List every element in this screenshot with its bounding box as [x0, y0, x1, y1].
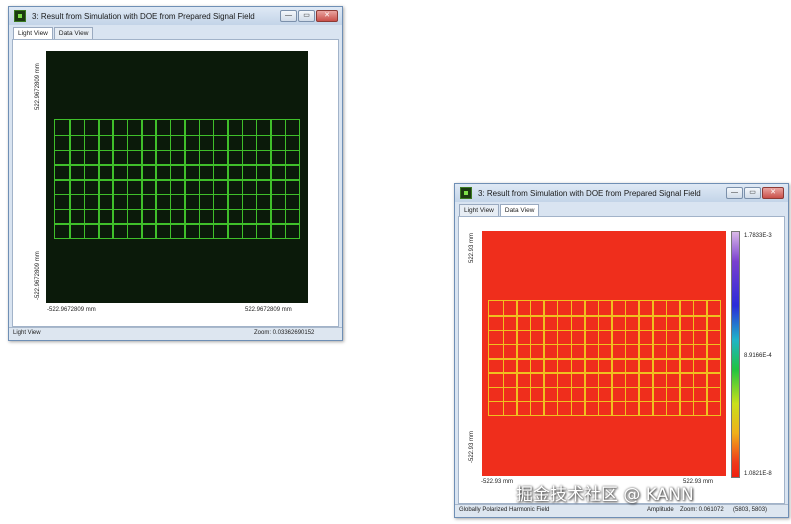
view-tabs: Light View Data View [459, 204, 540, 217]
light-view-image[interactable] [46, 51, 308, 303]
grating-line-horizontal [489, 315, 720, 317]
close-button[interactable]: ✕ [762, 187, 784, 199]
status-view-mode: Light View [13, 330, 41, 336]
minimize-button[interactable]: — [280, 10, 297, 22]
view-tabs: Light View Data View [13, 27, 94, 40]
title-bar[interactable]: 3: Result from Simulation with DOE from … [455, 184, 788, 202]
amplitude-image[interactable] [482, 231, 726, 476]
grating-line-horizontal [489, 358, 720, 360]
grating-line-horizontal [55, 193, 299, 196]
y-max-label: 522.9672809 mm [35, 63, 41, 110]
minimize-button[interactable]: — [726, 187, 743, 199]
colorbar-mid-label: 8.9166E-4 [744, 353, 772, 359]
grating-line-horizontal [489, 386, 720, 388]
tab-light-view[interactable]: Light View [459, 204, 499, 216]
grating-line-horizontal [489, 372, 720, 374]
window-data-view: 3: Result from Simulation with DOE from … [454, 183, 789, 518]
status-bar: Globally Polarized Harmonic Field Amplit… [455, 504, 788, 517]
grating-line-horizontal [55, 208, 299, 210]
x-max-label: 522.9672809 mm [245, 307, 292, 313]
restore-button[interactable]: ▭ [298, 10, 315, 22]
plot-area: 522.9672809 mm -522.9672809 mm -522.9672… [12, 39, 339, 327]
status-zoom: Zoom: 0.03362690152 [254, 330, 315, 336]
grating-line-horizontal [489, 400, 720, 403]
grating-pattern [54, 119, 300, 239]
colorbar-min-label: 1.0821E-8 [744, 471, 772, 477]
grating-line-horizontal [489, 343, 720, 346]
grating-line-horizontal [489, 329, 720, 331]
window-title: 3: Result from Simulation with DOE from … [478, 188, 701, 198]
status-grid-size: (5803, 5803) [733, 507, 768, 513]
y-min-label: -522.93 mm [469, 430, 475, 463]
grating-line-horizontal [55, 134, 299, 137]
grating-line-horizontal [55, 223, 299, 225]
grating-line-horizontal [55, 164, 299, 166]
status-field-type: Globally Polarized Harmonic Field [459, 507, 550, 513]
status-bar: Light View Zoom: 0.03362690152 [9, 327, 342, 340]
window-light-view: 3: Result from Simulation with DOE from … [8, 6, 343, 341]
plot-area: 522.93 mm -522.93 mm -522.93 mm 522.93 m… [458, 216, 785, 504]
tab-data-view[interactable]: Data View [53, 27, 94, 39]
close-button[interactable]: ✕ [316, 10, 338, 22]
status-quantity: Amplitude [647, 507, 674, 513]
restore-button[interactable]: ▭ [744, 187, 761, 199]
app-icon [14, 10, 26, 22]
x-min-label: -522.93 mm [481, 479, 514, 485]
grating-line-horizontal [55, 179, 299, 181]
y-max-label: 522.93 mm [469, 232, 475, 263]
grating-pattern [488, 300, 721, 416]
title-bar[interactable]: 3: Result from Simulation with DOE from … [9, 7, 342, 25]
window-title: 3: Result from Simulation with DOE from … [32, 11, 255, 21]
y-min-label: -522.9672809 mm [35, 251, 41, 300]
app-icon [460, 187, 472, 199]
colorbar-max-label: 1.7833E-3 [744, 233, 772, 239]
watermark: 掘金技术社区 @ KANN [516, 485, 694, 505]
amplitude-colorbar [731, 231, 740, 478]
status-zoom: Zoom: 0.061072 [680, 507, 724, 513]
x-min-label: -522.9672809 mm [47, 307, 96, 313]
grating-line-horizontal [55, 149, 299, 151]
